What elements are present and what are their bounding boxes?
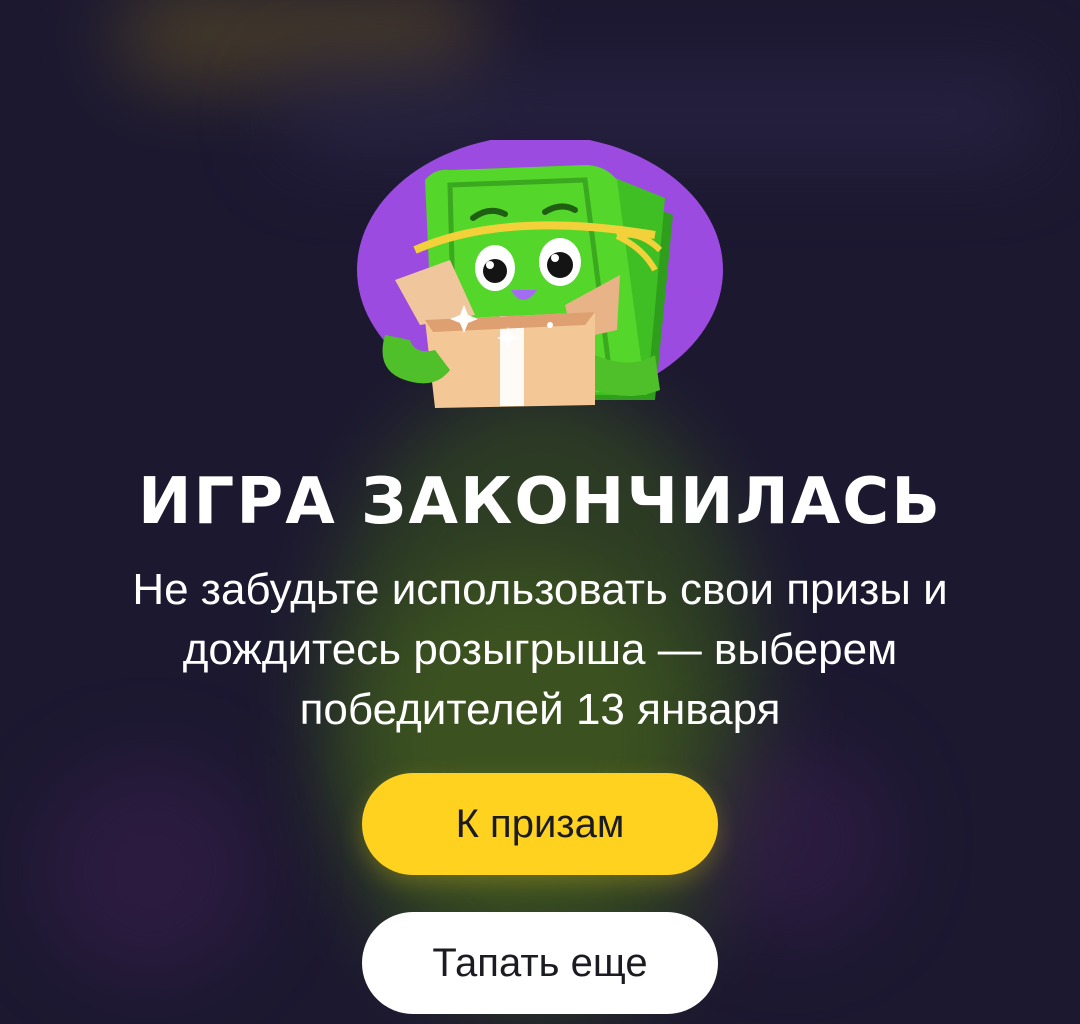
- game-over-screen: ИГРА ЗАКОНЧИЛАСЬ Не забудьте использоват…: [0, 0, 1080, 1024]
- blurred-background-element: [120, 0, 480, 80]
- blurred-background-element: [690, 740, 890, 940]
- game-over-title: ИГРА ЗАКОНЧИЛАСЬ: [137, 465, 943, 539]
- to-prizes-label: К призам: [455, 801, 625, 846]
- blurred-background-element: [40, 760, 260, 980]
- mascot-illustration: [357, 140, 723, 408]
- game-over-subtitle: Не забудьте использовать свои призы и до…: [132, 565, 948, 734]
- gift-box-ribbon: [500, 316, 524, 406]
- tap-more-label: Тапать еще: [432, 940, 648, 985]
- to-prizes-button[interactable]: К призам: [362, 773, 718, 875]
- tap-more-button[interactable]: Тапать еще: [362, 912, 718, 1014]
